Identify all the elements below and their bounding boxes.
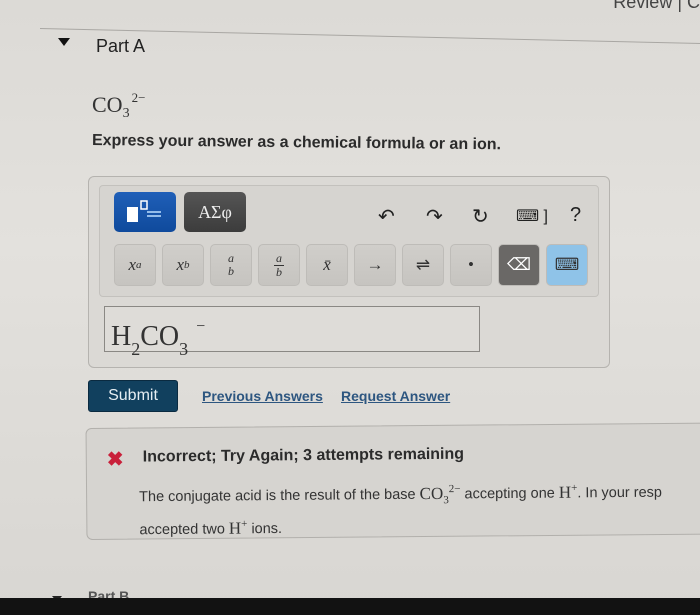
incorrect-x-icon: ✖ xyxy=(106,448,124,471)
templates-button[interactable] xyxy=(114,192,176,232)
stacked-glyph: ab xyxy=(228,252,234,278)
answer-h: H xyxy=(111,321,132,352)
previous-answers-link[interactable]: Previous Answers xyxy=(202,388,323,404)
key-label: x xyxy=(176,255,185,274)
editor-toolbar: ΑΣφ ↶ ↷ ↻ ⌨ ] ? xa xb ab ab x̄ → ⇌ • ⌫ ⌨ xyxy=(99,185,599,297)
keyboard-shortcuts-icon[interactable]: ⌨ ] xyxy=(516,206,548,226)
redo-icon[interactable]: ↷ xyxy=(426,204,443,229)
key-script: b xyxy=(184,259,190,271)
request-answer-link[interactable]: Request Answer xyxy=(341,388,450,404)
help-icon[interactable]: ? xyxy=(570,204,581,227)
submit-button[interactable]: Submit xyxy=(88,380,178,412)
formula-charge: 2− xyxy=(131,90,146,105)
feedback-h-ion: H+ xyxy=(558,482,578,502)
formula-sub: 3 xyxy=(443,493,449,506)
backspace-key[interactable]: ⌫ xyxy=(498,244,540,286)
reset-icon[interactable]: ↻ xyxy=(472,204,489,229)
answer-input[interactable]: H2CO3− xyxy=(104,306,480,359)
feedback-body: The conjugate acid is the result of the … xyxy=(139,475,700,541)
fraction-glyph: ab xyxy=(274,250,284,279)
part-title: Part A xyxy=(96,36,146,56)
answer-co-sub: 3 xyxy=(179,339,189,359)
overline-key[interactable]: x̄ xyxy=(306,244,348,286)
feedback-text: ions. xyxy=(247,520,283,538)
answer-charge: − xyxy=(196,318,206,335)
answer-co: CO xyxy=(140,321,180,352)
keyboard-toggle-key[interactable]: ⌨ xyxy=(546,244,588,286)
h: H xyxy=(558,482,572,502)
feedback-title: Incorrect; Try Again; 3 attempts remaini… xyxy=(142,445,465,466)
answer-h-sub: 2 xyxy=(131,339,141,359)
instruction-text: Express your answer as a chemical formul… xyxy=(91,132,502,154)
fraction-key[interactable]: ab xyxy=(258,244,300,286)
backspace-icon: ⌫ xyxy=(506,255,532,274)
screen-bezel xyxy=(0,598,700,615)
formula-base: CO xyxy=(92,92,123,117)
formula-subscript: 3 xyxy=(122,106,130,121)
equilibrium-arrow-key[interactable]: ⇌ xyxy=(402,244,444,286)
feedback-h-ion: H+ xyxy=(228,518,248,538)
subscript-key[interactable]: xb xyxy=(162,244,204,286)
keyboard-icon: ⌨ xyxy=(554,255,580,274)
feedback-panel: ✖ Incorrect; Try Again; 3 attempts remai… xyxy=(85,422,700,541)
collapse-triangle-icon[interactable] xyxy=(58,38,70,46)
undo-icon[interactable]: ↶ xyxy=(378,204,395,229)
greek-symbols-button[interactable]: ΑΣφ xyxy=(184,192,246,232)
key-bottom: b xyxy=(276,264,282,279)
feedback-text: The conjugate acid is the result of the … xyxy=(139,486,420,506)
page: Review | C Part A CO32− Express your ans… xyxy=(0,0,700,615)
feedback-text: accepting one xyxy=(460,485,559,503)
review-link[interactable]: Review | C xyxy=(613,0,700,13)
stacked-key[interactable]: ab xyxy=(210,244,252,286)
templates-icon xyxy=(127,200,161,222)
reaction-arrow-key[interactable]: → xyxy=(354,244,396,286)
key-top: a xyxy=(276,250,282,265)
superscript-key[interactable]: xa xyxy=(114,244,156,286)
feedback-text: accepted two xyxy=(139,521,229,539)
question-formula: CO32− xyxy=(92,90,145,122)
formula-base: CO xyxy=(419,483,444,503)
key-bottom: b xyxy=(228,264,234,278)
dot-key[interactable]: • xyxy=(450,244,492,286)
key-label: x xyxy=(128,255,137,274)
feedback-text: . In your resp xyxy=(577,484,663,502)
formula-charge: 2− xyxy=(448,482,461,495)
h: H xyxy=(228,518,242,538)
feedback-formula: CO32− xyxy=(419,482,461,506)
key-script: a xyxy=(136,259,142,271)
